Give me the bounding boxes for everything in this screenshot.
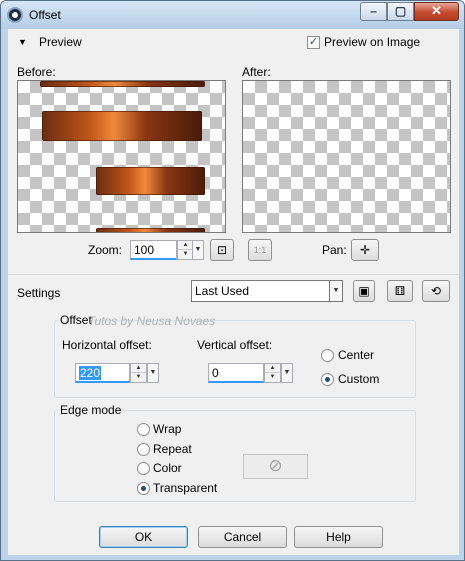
- color-radio[interactable]: [137, 462, 150, 475]
- maximize-icon: ▢: [394, 4, 407, 18]
- spin-down-icon[interactable]: ▼: [131, 373, 146, 382]
- watermark-text: Tutos by Neusa Novaes: [88, 314, 216, 328]
- close-icon: ✕: [431, 3, 442, 18]
- preview-on-image-checkbox[interactable]: ✓: [307, 36, 320, 49]
- vertical-offset-dropdown[interactable]: ▼: [281, 363, 293, 383]
- repeat-label: Repeat: [153, 442, 192, 456]
- zoom-input[interactable]: 100: [130, 240, 177, 260]
- horizontal-offset-label: Horizontal offset:: [62, 338, 152, 352]
- transparent-radio[interactable]: [137, 482, 150, 495]
- preset-dropdown-button[interactable]: ▼: [329, 280, 343, 302]
- after-preview[interactable]: [242, 80, 451, 233]
- preview-bar: [96, 228, 205, 232]
- center-radio[interactable]: [321, 349, 334, 362]
- horizontal-offset-value: 220: [79, 366, 102, 380]
- before-preview[interactable]: [17, 80, 226, 233]
- save-preset-button[interactable]: ▣: [353, 280, 375, 302]
- dialog-content: ▼ Preview ✓ Preview on Image Before: Aft…: [8, 29, 459, 555]
- vertical-offset-spinner[interactable]: ▲ ▼: [264, 363, 281, 383]
- wrap-label: Wrap: [153, 422, 182, 436]
- close-button[interactable]: ✕: [414, 2, 459, 21]
- vertical-offset-input[interactable]: 0: [208, 363, 264, 383]
- maximize-button[interactable]: ▢: [387, 2, 414, 21]
- preview-section-label: Preview: [39, 35, 82, 49]
- before-label: Before:: [17, 65, 56, 79]
- minimize-button[interactable]: –: [360, 2, 387, 21]
- one-to-one-label: 1:1: [253, 245, 267, 255]
- horizontal-offset-dropdown[interactable]: ▼: [147, 363, 159, 383]
- wrap-radio[interactable]: [137, 423, 150, 436]
- repeat-radio[interactable]: [137, 443, 150, 456]
- spin-up-icon[interactable]: ▲: [265, 364, 280, 373]
- divider: [8, 274, 459, 275]
- color-label: Color: [153, 461, 182, 475]
- zoom-to-fit-icon: ⊡: [216, 243, 228, 257]
- pan-move-icon: ✛: [359, 243, 371, 257]
- pan-button[interactable]: ✛: [351, 239, 379, 261]
- title-bar[interactable]: Offset – ▢ ✕: [1, 1, 464, 29]
- spin-down-icon[interactable]: ▼: [265, 373, 280, 382]
- preview-bar: [96, 167, 205, 195]
- zoom-label: Zoom:: [88, 243, 123, 257]
- preview-on-image-label: Preview on Image: [324, 35, 421, 49]
- offset-dialog: Offset – ▢ ✕ ▼ Preview ✓ Preview on Imag…: [0, 0, 465, 561]
- preview-bar: [40, 81, 205, 87]
- save-icon: ▣: [358, 284, 370, 298]
- reset-button[interactable]: ⟲: [422, 280, 450, 302]
- zoom-dropdown-button[interactable]: ▼: [192, 240, 204, 260]
- cancel-button[interactable]: Cancel: [198, 526, 287, 548]
- custom-radio[interactable]: [321, 373, 334, 386]
- preview-bar: [42, 111, 202, 141]
- edge-mode-group-label: Edge mode: [58, 403, 124, 417]
- horizontal-offset-spinner[interactable]: ▲ ▼: [130, 363, 147, 383]
- vertical-offset-label: Vertical offset:: [197, 338, 273, 352]
- spin-up-icon[interactable]: ▲: [178, 241, 193, 250]
- window-title: Offset: [29, 8, 61, 22]
- pan-label: Pan:: [322, 243, 347, 257]
- horizontal-offset-input[interactable]: 220: [75, 363, 130, 383]
- edge-color-swatch[interactable]: ⊘: [243, 454, 308, 479]
- reset-icon: ⟲: [430, 284, 442, 298]
- triangle-down-icon[interactable]: ▼: [18, 37, 27, 47]
- app-icon: [7, 7, 23, 23]
- zoom-to-fit-button[interactable]: ⊡: [210, 239, 234, 261]
- preset-select[interactable]: Last Used: [191, 280, 330, 302]
- help-button[interactable]: Help: [294, 526, 383, 548]
- ok-button[interactable]: OK: [99, 526, 188, 548]
- minimize-icon: –: [370, 4, 377, 18]
- spin-down-icon[interactable]: ▼: [178, 250, 193, 259]
- randomize-button[interactable]: ⚅: [387, 280, 413, 302]
- center-label: Center: [338, 348, 375, 362]
- edge-mode-group: [54, 410, 416, 502]
- one-to-one-button[interactable]: 1:1: [248, 239, 272, 261]
- settings-label: Settings: [17, 286, 61, 300]
- spin-up-icon[interactable]: ▲: [131, 364, 146, 373]
- after-label: After:: [242, 65, 271, 79]
- dice-icon: ⚅: [394, 284, 406, 298]
- transparent-label: Transparent: [153, 481, 218, 495]
- no-color-icon: ⊘: [268, 456, 283, 475]
- custom-label: Custom: [338, 372, 380, 386]
